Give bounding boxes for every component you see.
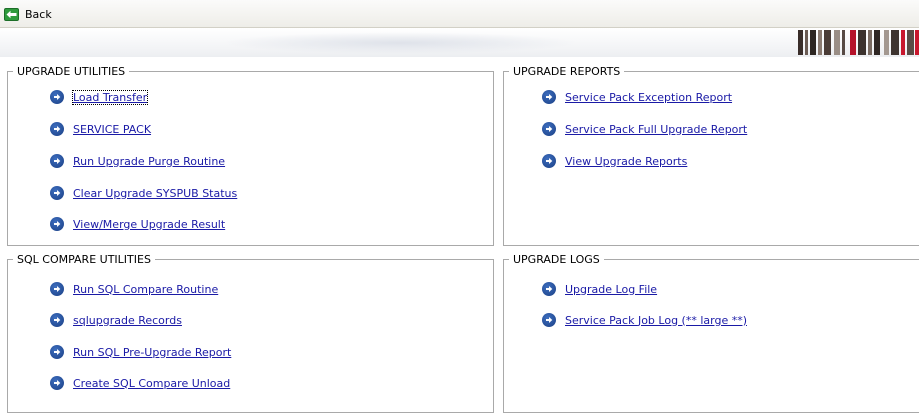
arrow-right-circle-icon — [50, 154, 64, 168]
link-label: Service Pack Exception Report — [565, 90, 733, 104]
run-sql-compare-routine-link[interactable]: Run SQL Compare Routine — [50, 281, 218, 297]
load-transfer-link[interactable]: Load Transfer — [50, 89, 149, 105]
link-label: View Upgrade Reports — [565, 154, 688, 168]
link-label: Service Pack Job Log (** large **) — [565, 313, 747, 327]
company-logo-icon — [798, 30, 919, 55]
view-upgrade-reports-link[interactable]: View Upgrade Reports — [542, 153, 687, 169]
link-label: Service Pack Full Upgrade Report — [565, 122, 748, 136]
clear-syspub-status-link[interactable]: Clear Upgrade SYSPUB Status — [50, 185, 237, 201]
back-arrow-icon — [4, 7, 19, 21]
arrow-right-circle-icon — [542, 122, 556, 136]
arrow-right-circle-icon — [542, 90, 556, 104]
sql-compare-utilities-title: SQL COMPARE UTILITIES — [17, 253, 151, 266]
arrow-right-circle-icon — [50, 217, 64, 231]
service-pack-full-upgrade-report-link[interactable]: Service Pack Full Upgrade Report — [542, 121, 747, 137]
back-label: Back — [25, 7, 52, 21]
arrow-right-circle-icon — [50, 376, 64, 390]
arrow-right-circle-icon — [542, 282, 556, 296]
link-label: Upgrade Log File — [565, 282, 658, 296]
upgrade-logs-title: UPGRADE LOGS — [513, 253, 600, 266]
link-label: Clear Upgrade SYSPUB Status — [73, 186, 238, 200]
arrow-right-circle-icon — [50, 345, 64, 359]
link-label: View/Merge Upgrade Result — [73, 217, 226, 231]
arrow-right-circle-icon — [50, 186, 64, 200]
service-pack-link[interactable]: SERVICE PACK — [50, 121, 151, 137]
view-merge-upgrade-result-link[interactable]: View/Merge Upgrade Result — [50, 216, 225, 232]
arrow-right-circle-icon — [542, 313, 556, 327]
arrow-right-circle-icon — [50, 313, 64, 327]
service-pack-job-log-link[interactable]: Service Pack Job Log (** large **) — [542, 312, 747, 328]
arrow-right-circle-icon — [50, 282, 64, 296]
link-label: Run Upgrade Purge Routine — [73, 154, 226, 168]
upgrade-utilities-title: UPGRADE UTILITIES — [17, 65, 126, 78]
link-label: SERVICE PACK — [73, 122, 152, 136]
arrow-right-circle-icon — [50, 122, 64, 136]
create-sql-compare-unload-link[interactable]: Create SQL Compare Unload — [50, 375, 230, 391]
banner-decoration — [220, 32, 580, 54]
arrow-right-circle-icon — [50, 90, 64, 104]
link-label: Create SQL Compare Unload — [73, 376, 231, 390]
link-label: Load Transfer — [71, 89, 149, 105]
toolbar: Back — [0, 0, 919, 28]
upgrade-logs-group: UPGRADE LOGS — [503, 253, 919, 413]
run-sql-pre-upgrade-report-link[interactable]: Run SQL Pre-Upgrade Report — [50, 344, 231, 360]
sqlupgrade-records-link[interactable]: sqlupgrade Records — [50, 312, 182, 328]
back-button[interactable]: Back — [4, 6, 52, 22]
link-label: Run SQL Compare Routine — [73, 282, 219, 296]
upgrade-log-file-link[interactable]: Upgrade Log File — [542, 281, 657, 297]
run-upgrade-purge-link[interactable]: Run Upgrade Purge Routine — [50, 153, 225, 169]
header-banner — [0, 28, 919, 57]
link-label: sqlupgrade Records — [73, 313, 182, 327]
upgrade-reports-title: UPGRADE REPORTS — [513, 65, 621, 78]
service-pack-exception-report-link[interactable]: Service Pack Exception Report — [542, 89, 732, 105]
arrow-right-circle-icon — [542, 154, 556, 168]
link-label: Run SQL Pre-Upgrade Report — [73, 345, 232, 359]
